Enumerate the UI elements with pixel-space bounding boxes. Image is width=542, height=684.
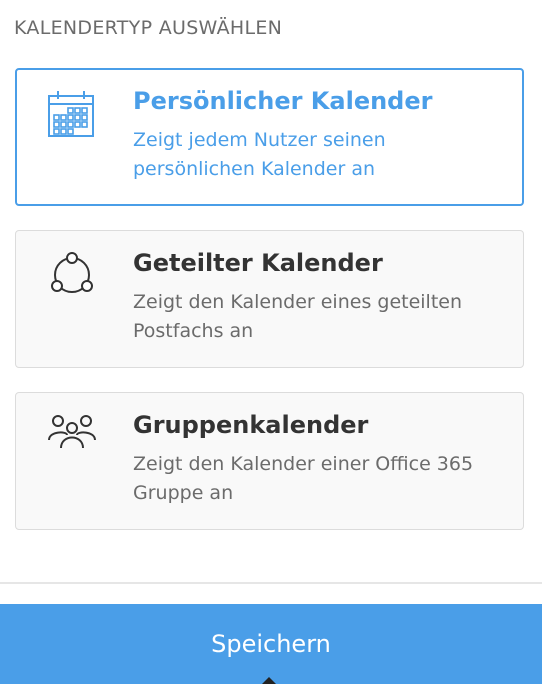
option-description: Zeigt den Kalender einer Office 365 Grup…: [133, 453, 474, 504]
option-description: Zeigt jedem Nutzer seinen persönlichen K…: [133, 129, 386, 180]
option-title: Gruppenkalender: [133, 411, 369, 439]
option-personal-calendar[interactable]: Persönlicher Kalender Zeigt jedem Nutzer…: [15, 68, 524, 206]
option-title: Persönlicher Kalender: [133, 87, 433, 115]
save-button[interactable]: Speichern: [0, 604, 542, 684]
option-description: Zeigt den Kalender eines geteilten Postf…: [133, 291, 463, 342]
option-group-calendar[interactable]: Gruppenkalender Zeigt den Kalender einer…: [15, 392, 524, 530]
footer-divider: [0, 582, 542, 584]
calendar-icon: [46, 89, 98, 141]
caret-up-icon: [262, 677, 276, 684]
option-title: Geteilter Kalender: [133, 249, 383, 277]
share-icon: [46, 251, 98, 303]
group-icon: [46, 413, 98, 465]
section-title: KALENDERTYP AUSWÄHLEN: [14, 17, 283, 39]
calendar-type-panel: KALENDERTYP AUSWÄHLEN Persönlicher Kalen…: [0, 0, 542, 684]
option-shared-calendar[interactable]: Geteilter Kalender Zeigt den Kalender ei…: [15, 230, 524, 368]
